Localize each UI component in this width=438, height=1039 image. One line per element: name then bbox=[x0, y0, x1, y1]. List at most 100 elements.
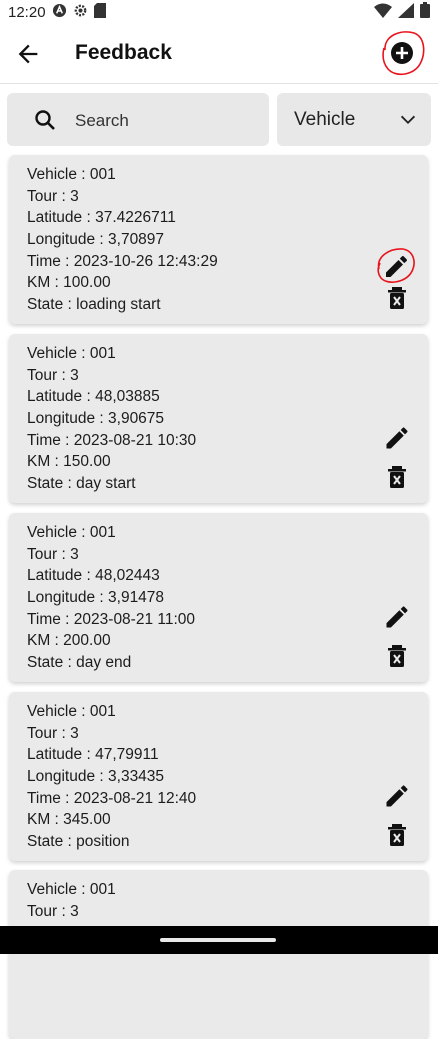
vehicle-line: Vehicle : 001 bbox=[27, 703, 116, 721]
edit-button[interactable] bbox=[383, 782, 411, 810]
km-value: 345.00 bbox=[63, 811, 111, 828]
state-line: State : day start bbox=[27, 475, 136, 493]
time-value: 2023-08-21 11:00 bbox=[73, 611, 196, 628]
tour-label: Tour : bbox=[27, 903, 71, 920]
add-feedback-button[interactable] bbox=[378, 28, 426, 78]
battery-icon bbox=[420, 2, 430, 22]
tour-label: Tour : bbox=[27, 546, 71, 563]
state-value: day start bbox=[76, 475, 136, 492]
chevron-down-icon bbox=[400, 115, 416, 125]
longitude-value: 3,90675 bbox=[108, 410, 165, 427]
app-notification-icon bbox=[52, 3, 67, 22]
system-navigation-bar bbox=[0, 926, 438, 954]
vehicle-label: Vehicle : bbox=[27, 881, 90, 898]
km-line: KM : 345.00 bbox=[27, 811, 111, 829]
tour-line: Tour : 3 bbox=[27, 903, 79, 921]
time-value: 2023-10-26 12:43:29 bbox=[73, 253, 218, 270]
edit-icon bbox=[386, 427, 408, 449]
feedback-card[interactable]: Vehicle : 001 Tour : 3 bbox=[9, 870, 428, 1039]
tour-value: 3 bbox=[70, 546, 79, 563]
search-input[interactable]: Search bbox=[7, 93, 269, 146]
tour-value: 3 bbox=[70, 903, 79, 920]
tour-line: Tour : 3 bbox=[27, 546, 79, 564]
latitude-line: Latitude : 37.4226711 bbox=[27, 209, 176, 227]
longitude-value: 3,91478 bbox=[108, 589, 165, 606]
longitude-value: 3,70897 bbox=[108, 231, 165, 248]
edit-button[interactable] bbox=[383, 603, 411, 631]
home-gesture-handle[interactable] bbox=[160, 938, 276, 942]
delete-button[interactable] bbox=[385, 643, 409, 669]
feedback-card[interactable]: Vehicle : 001 Tour : 3 Latitude : 48,024… bbox=[9, 513, 428, 682]
tour-value: 3 bbox=[70, 725, 79, 742]
latitude-line: Latitude : 47,79911 bbox=[27, 746, 159, 764]
status-right bbox=[374, 2, 430, 22]
vehicle-label: Vehicle : bbox=[27, 345, 90, 362]
back-button[interactable] bbox=[14, 40, 42, 68]
time-line: Time : 2023-08-21 11:00 bbox=[27, 611, 195, 629]
feedback-card[interactable]: Vehicle : 001 Tour : 3 Latitude : 37.422… bbox=[9, 155, 428, 324]
vehicle-label: Vehicle : bbox=[27, 703, 90, 720]
km-label: KM : bbox=[27, 274, 64, 291]
tour-value: 3 bbox=[70, 188, 79, 205]
vehicle-line: Vehicle : 001 bbox=[27, 881, 116, 899]
state-line: State : day end bbox=[27, 654, 131, 672]
longitude-value: 3,33435 bbox=[108, 768, 165, 785]
latitude-value: 48,03885 bbox=[95, 388, 160, 405]
delete-icon bbox=[388, 824, 406, 846]
state-line: State : position bbox=[27, 833, 130, 851]
state-label: State : bbox=[27, 475, 77, 492]
delete-icon bbox=[388, 645, 406, 667]
longitude-label: Longitude : bbox=[27, 768, 109, 785]
tour-value: 3 bbox=[70, 367, 79, 384]
search-placeholder: Search bbox=[75, 111, 129, 130]
tour-label: Tour : bbox=[27, 367, 71, 384]
vehicle-value: 001 bbox=[89, 881, 116, 898]
feedback-card[interactable]: Vehicle : 001 Tour : 3 Latitude : 48,038… bbox=[9, 334, 428, 503]
delete-button[interactable] bbox=[385, 822, 409, 848]
filter-selected-value: Vehicle bbox=[294, 109, 356, 130]
state-label: State : bbox=[27, 296, 77, 313]
vehicle-line: Vehicle : 001 bbox=[27, 524, 116, 542]
longitude-label: Longitude : bbox=[27, 410, 109, 427]
longitude-line: Longitude : 3,33435 bbox=[27, 768, 164, 786]
latitude-line: Latitude : 48,02443 bbox=[27, 567, 160, 585]
state-label: State : bbox=[27, 654, 77, 671]
wifi-icon bbox=[374, 3, 392, 22]
sd-card-icon bbox=[93, 2, 106, 22]
edit-icon bbox=[386, 256, 407, 277]
feedback-card[interactable]: Vehicle : 001 Tour : 3 Latitude : 47,799… bbox=[9, 692, 428, 861]
edit-button[interactable] bbox=[383, 424, 411, 452]
time-label: Time : bbox=[27, 432, 74, 449]
latitude-label: Latitude : bbox=[27, 388, 96, 405]
latitude-label: Latitude : bbox=[27, 209, 96, 226]
latitude-value: 37.4226711 bbox=[95, 209, 176, 226]
km-label: KM : bbox=[27, 453, 64, 470]
page-title: Feedback bbox=[75, 41, 172, 64]
status-time: 12:20 bbox=[8, 3, 46, 21]
km-label: KM : bbox=[27, 632, 64, 649]
arrow-back-icon bbox=[18, 44, 38, 64]
km-value: 200.00 bbox=[63, 632, 111, 649]
time-line: Time : 2023-08-21 12:40 bbox=[27, 790, 196, 808]
delete-button[interactable] bbox=[385, 464, 409, 490]
delete-button[interactable] bbox=[385, 285, 409, 311]
longitude-line: Longitude : 3,91478 bbox=[27, 589, 164, 607]
vehicle-value: 001 bbox=[89, 166, 116, 183]
longitude-label: Longitude : bbox=[27, 589, 109, 606]
time-value: 2023-08-21 10:30 bbox=[73, 432, 197, 449]
edit-button[interactable] bbox=[373, 245, 419, 285]
vehicle-value: 001 bbox=[89, 703, 116, 720]
vehicle-value: 001 bbox=[89, 345, 116, 362]
settings-notification-icon bbox=[73, 3, 88, 22]
vehicle-label: Vehicle : bbox=[27, 166, 90, 183]
time-label: Time : bbox=[27, 253, 74, 270]
km-line: KM : 200.00 bbox=[27, 632, 111, 650]
latitude-value: 48,02443 bbox=[95, 567, 160, 584]
latitude-label: Latitude : bbox=[27, 567, 96, 584]
edit-icon bbox=[386, 606, 408, 628]
delete-icon bbox=[388, 287, 406, 309]
edit-icon bbox=[386, 785, 408, 807]
filter-dropdown[interactable]: Vehicle bbox=[277, 93, 431, 146]
state-value: day end bbox=[76, 654, 132, 671]
time-line: Time : 2023-10-26 12:43:29 bbox=[27, 253, 218, 271]
